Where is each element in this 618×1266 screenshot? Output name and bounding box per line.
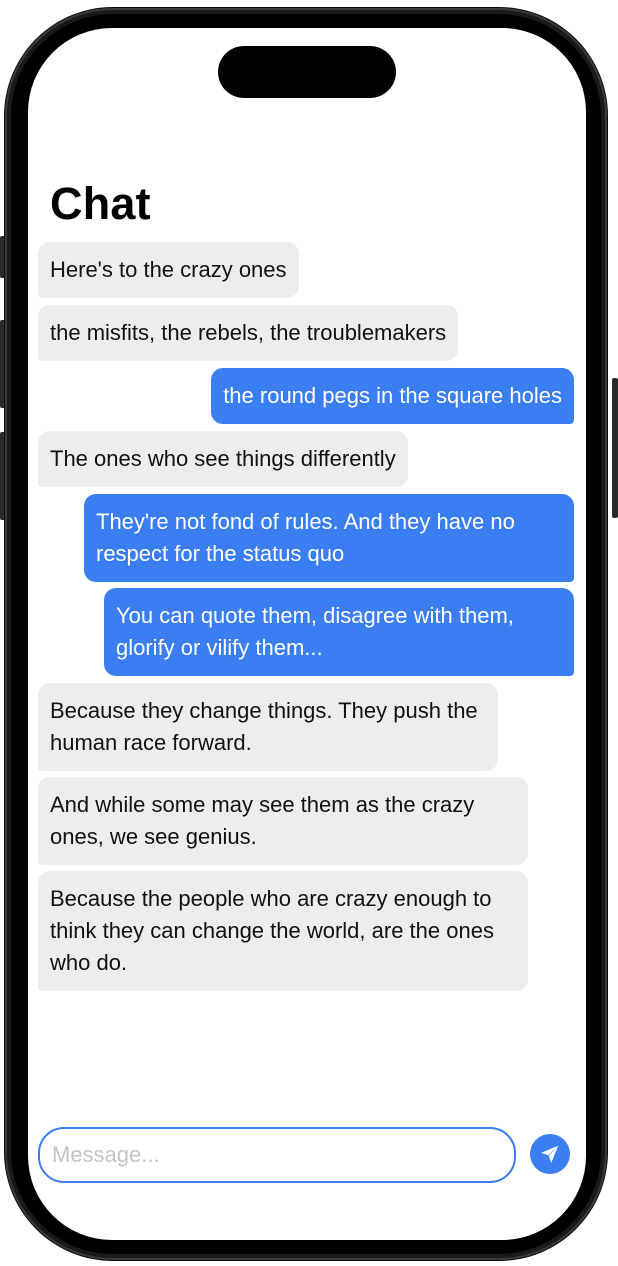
send-button[interactable] [530, 1134, 570, 1174]
side-button [612, 378, 618, 518]
message-bubble-incoming: Here's to the crazy ones [38, 242, 299, 298]
dynamic-island [218, 46, 396, 98]
message-bubble-outgoing: the round pegs in the square holes [211, 368, 574, 424]
message-bubble-outgoing: They're not fond of rules. And they have… [84, 494, 574, 582]
message-bubble-incoming: The ones who see things differently [38, 431, 408, 487]
paper-plane-icon [541, 1145, 559, 1163]
message-bubble-outgoing: You can quote them, disagree with them, … [104, 588, 574, 676]
message-bubble-incoming: And while some may see them as the crazy… [38, 777, 528, 865]
message-composer [38, 1127, 516, 1183]
device-stage: Chat Here's to the crazy ones the misfit… [0, 0, 618, 1266]
message-input[interactable] [40, 1129, 514, 1181]
message-bubble-incoming: Because they change things. They push th… [38, 683, 498, 771]
chat-screen: Chat Here's to the crazy ones the misfit… [28, 28, 586, 1240]
message-bubble-incoming: Because the people who are crazy enough … [38, 871, 528, 991]
message-bubble-incoming: the misfits, the rebels, the troublemake… [38, 305, 459, 361]
page-title: Chat [50, 178, 151, 229]
